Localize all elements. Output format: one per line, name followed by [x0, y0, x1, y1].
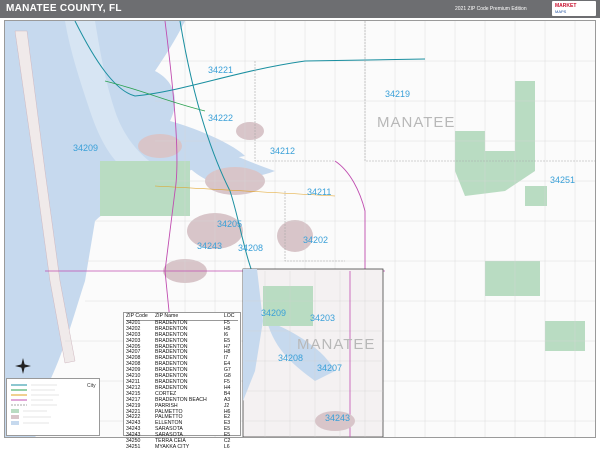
county-label: MANATEE: [377, 114, 455, 131]
zip-label: 34207: [317, 363, 342, 373]
zip-label: 34208: [278, 353, 303, 363]
inset-park: [263, 286, 313, 326]
zip-label: 34219: [385, 89, 410, 99]
zip-label: 34208: [238, 243, 263, 253]
zip-table-row: 34251 MYAKKA CITY L6: [126, 443, 238, 451]
zip-table-body: 34201 BRADENTON F5 34202 BRADENTON H5 34203 BRA…: [126, 320, 238, 450]
zip-code-table: ZIP Code ZIP Name LOC 34201 BRADENTON F5 34…: [123, 312, 241, 450]
zip-label: 34211: [307, 187, 331, 197]
zip-label: 34205: [217, 219, 242, 229]
zip-label: 34202: [303, 235, 328, 245]
zip-label: 34243: [325, 413, 350, 423]
legend-swatch-park: [11, 409, 19, 413]
zip-name-cell: MYAKKA CITY: [155, 443, 190, 450]
zip-label: 34209: [261, 308, 286, 318]
title-bar: MANATEE COUNTY, FL 2021 ZIP Code Premium…: [0, 0, 600, 18]
zip-code-cell: 34251: [126, 443, 141, 450]
legend-swatch-urban: [11, 415, 19, 419]
edition-label: 2021 ZIP Code Premium Edition: [455, 6, 527, 12]
logo-line2: MAPS: [555, 9, 567, 14]
map-canvas: 34221 34219 34222 34209 34212 34211 3425…: [5, 21, 595, 437]
legend-city-label: City: [87, 383, 96, 389]
zip-label: 34212: [270, 146, 295, 156]
zip-label: 34203: [310, 313, 335, 323]
zip-label: 34222: [208, 113, 233, 123]
zip-label: 34251: [550, 175, 575, 185]
county-label-inset: MANATEE: [297, 336, 375, 353]
map-title: MANATEE COUNTY, FL: [6, 3, 122, 14]
zip-label: 34209: [73, 143, 98, 153]
legend-text-placeholders: [23, 384, 59, 424]
map-legend: City: [6, 378, 100, 436]
loc-cell: L6: [223, 443, 230, 450]
zip-label: 34243: [197, 241, 222, 251]
legend-canvas: City: [11, 383, 96, 425]
zip-label: 34221: [208, 65, 233, 75]
market-maps-logo: MARKET MAPS: [552, 1, 596, 16]
legend-swatch-water: [11, 421, 19, 425]
map-area[interactable]: 34221 34219 34222 34209 34212 34211 3425…: [4, 20, 596, 438]
